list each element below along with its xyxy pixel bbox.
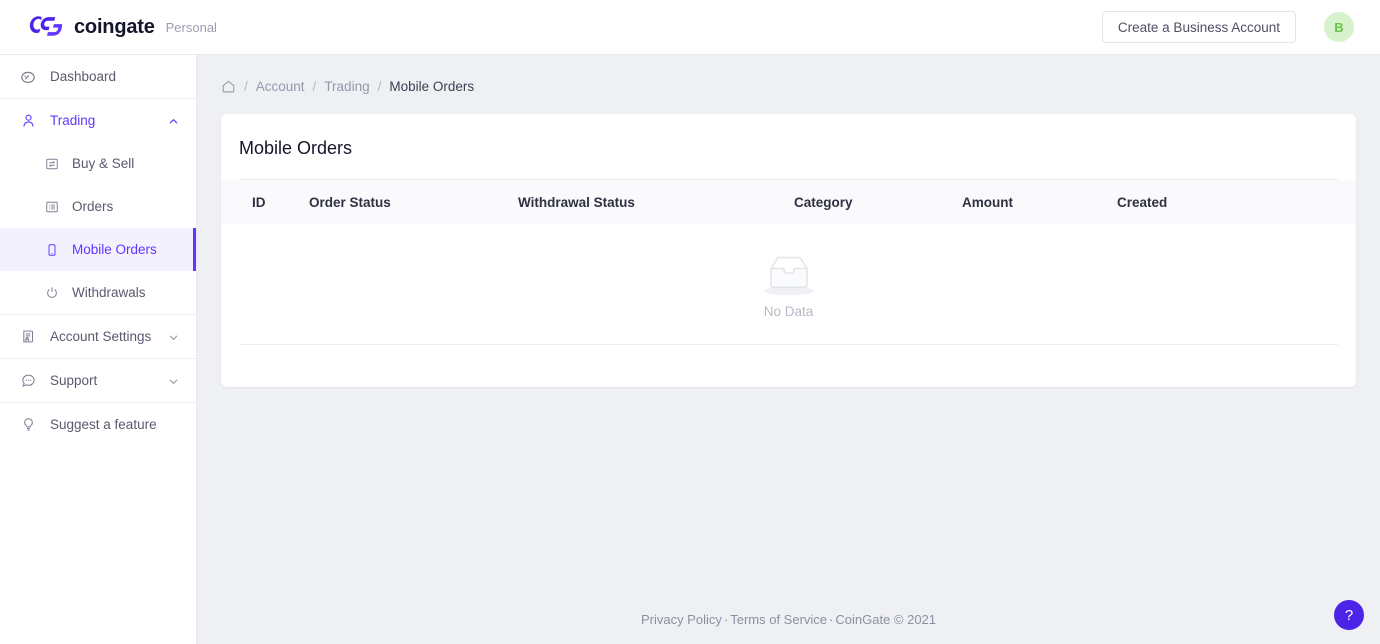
topbar-actions: Create a Business Account B (1101, 11, 1354, 43)
footer-separator: · (723, 612, 729, 627)
chevron-up-icon (168, 115, 179, 126)
privacy-policy-link[interactable]: Privacy Policy (641, 612, 722, 627)
top-bar: coingate Personal Create a Business Acco… (0, 0, 1380, 55)
sidebar-item-support[interactable]: Support (0, 359, 196, 402)
nav-group-support: Support (0, 359, 196, 403)
sidebar-item-label: Orders (72, 199, 114, 214)
empty-inbox-icon (763, 256, 814, 295)
avatar[interactable]: B (1324, 12, 1354, 42)
question-mark-icon: ? (1344, 606, 1354, 624)
empty-state: No Data (221, 224, 1356, 344)
column-header-created: Created (1117, 194, 1168, 210)
sidebar-item-label: Mobile Orders (72, 242, 157, 257)
speedometer-icon (20, 69, 36, 85)
table-empty-cell: No Data (221, 224, 1356, 344)
app-root: coingate Personal Create a Business Acco… (0, 0, 1380, 644)
column-header-order-status: Order Status (309, 194, 391, 210)
sidebar-item-label: Support (50, 373, 98, 388)
breadcrumb-separator: / (244, 79, 248, 94)
user-icon (20, 113, 36, 129)
table-bottom-divider (239, 344, 1338, 345)
breadcrumb-item-account[interactable]: Account (256, 79, 305, 94)
breadcrumb-separator: / (312, 79, 317, 94)
sidebar-item-account-settings[interactable]: Account Settings (0, 315, 196, 358)
column-header-withdrawal-status: Withdrawal Status (518, 194, 635, 210)
create-business-account-button[interactable]: Create a Business Account (1101, 11, 1296, 43)
exchange-card-icon (44, 156, 59, 171)
chat-bubble-icon (20, 373, 36, 389)
footer: Privacy Policy · Terms of Service · CoinGate… (197, 612, 1380, 627)
page-title: Mobile Orders (239, 138, 353, 158)
sidebar-item-dashboard[interactable]: Dashboard (0, 55, 196, 98)
help-button[interactable]: ? (1334, 600, 1364, 630)
mobile-orders-card: Mobile Orders ID Order Status Withdrawal… (221, 114, 1356, 387)
profile-document-icon (20, 329, 36, 345)
chevron-down-icon (168, 331, 179, 342)
chevron-down-icon (168, 375, 179, 386)
sidebar-item-label: Dashboard (50, 69, 117, 84)
sidebar-item-label: Withdrawals (72, 285, 146, 300)
nav-group-trading: Trading Buy & Sell Orders Mobile Orders … (0, 99, 196, 315)
table-header-row: ID Order Status Withdrawal Status Catego… (221, 180, 1356, 224)
sidebar-item-trading[interactable]: Trading (0, 99, 196, 142)
sidebar-item-label: Buy & Sell (72, 156, 135, 171)
footer-separator: · (829, 612, 834, 627)
breadcrumb-item-mobile-orders: Mobile Orders (389, 79, 475, 94)
sidebar-item-withdrawals[interactable]: Withdrawals (0, 271, 196, 314)
breadcrumb-separator: / (377, 79, 382, 94)
copyright-text: CoinGate © 2021 (835, 612, 937, 627)
coingate-cg-logo-icon (29, 16, 62, 36)
brand-name: coingate (74, 15, 155, 38)
table-head: ID Order Status Withdrawal Status Catego… (221, 180, 1356, 224)
brand[interactable]: coingate Personal (28, 14, 217, 40)
home-icon[interactable] (221, 79, 236, 94)
sidebar-item-label: Trading (50, 113, 96, 128)
lightbulb-icon (20, 417, 36, 433)
power-icon (44, 285, 59, 300)
mobile-orders-table: ID Order Status Withdrawal Status Catego… (221, 180, 1356, 344)
mobile-phone-icon (44, 242, 59, 257)
list-icon (44, 199, 59, 214)
sidebar-item-buy-and-sell[interactable]: Buy & Sell (0, 142, 196, 185)
main-content: / Account / Trading / Mobile Orders Mobi… (197, 55, 1380, 644)
table-empty-row: No Data (221, 224, 1356, 344)
column-header-amount: Amount (962, 194, 1013, 210)
nav-group-dashboard: Dashboard (0, 55, 196, 99)
breadcrumb-item-trading[interactable]: Trading (324, 79, 369, 94)
sidebar-item-label: Account Settings (50, 329, 152, 344)
sidebar-item-orders[interactable]: Orders (0, 185, 196, 228)
terms-of-service-link[interactable]: Terms of Service (730, 612, 827, 627)
table-body: No Data (221, 224, 1356, 344)
breadcrumb: / Account / Trading / Mobile Orders (197, 55, 1380, 94)
column-header-id: ID (252, 194, 266, 210)
brand-subtitle: Personal (165, 19, 217, 35)
empty-state-text: No Data (763, 303, 814, 319)
sidebar-item-mobile-orders[interactable]: Mobile Orders (0, 228, 196, 271)
nav-group-suggest: Suggest a feature (0, 403, 196, 446)
nav-group-account-settings: Account Settings (0, 315, 196, 359)
sidebar-item-label: Suggest a feature (50, 417, 157, 432)
sidebar-item-suggest-a-feature[interactable]: Suggest a feature (0, 403, 196, 446)
sidebar: Dashboard Trading Buy & Sell Orders Mobi… (0, 55, 197, 644)
column-header-category: Category (794, 194, 853, 210)
